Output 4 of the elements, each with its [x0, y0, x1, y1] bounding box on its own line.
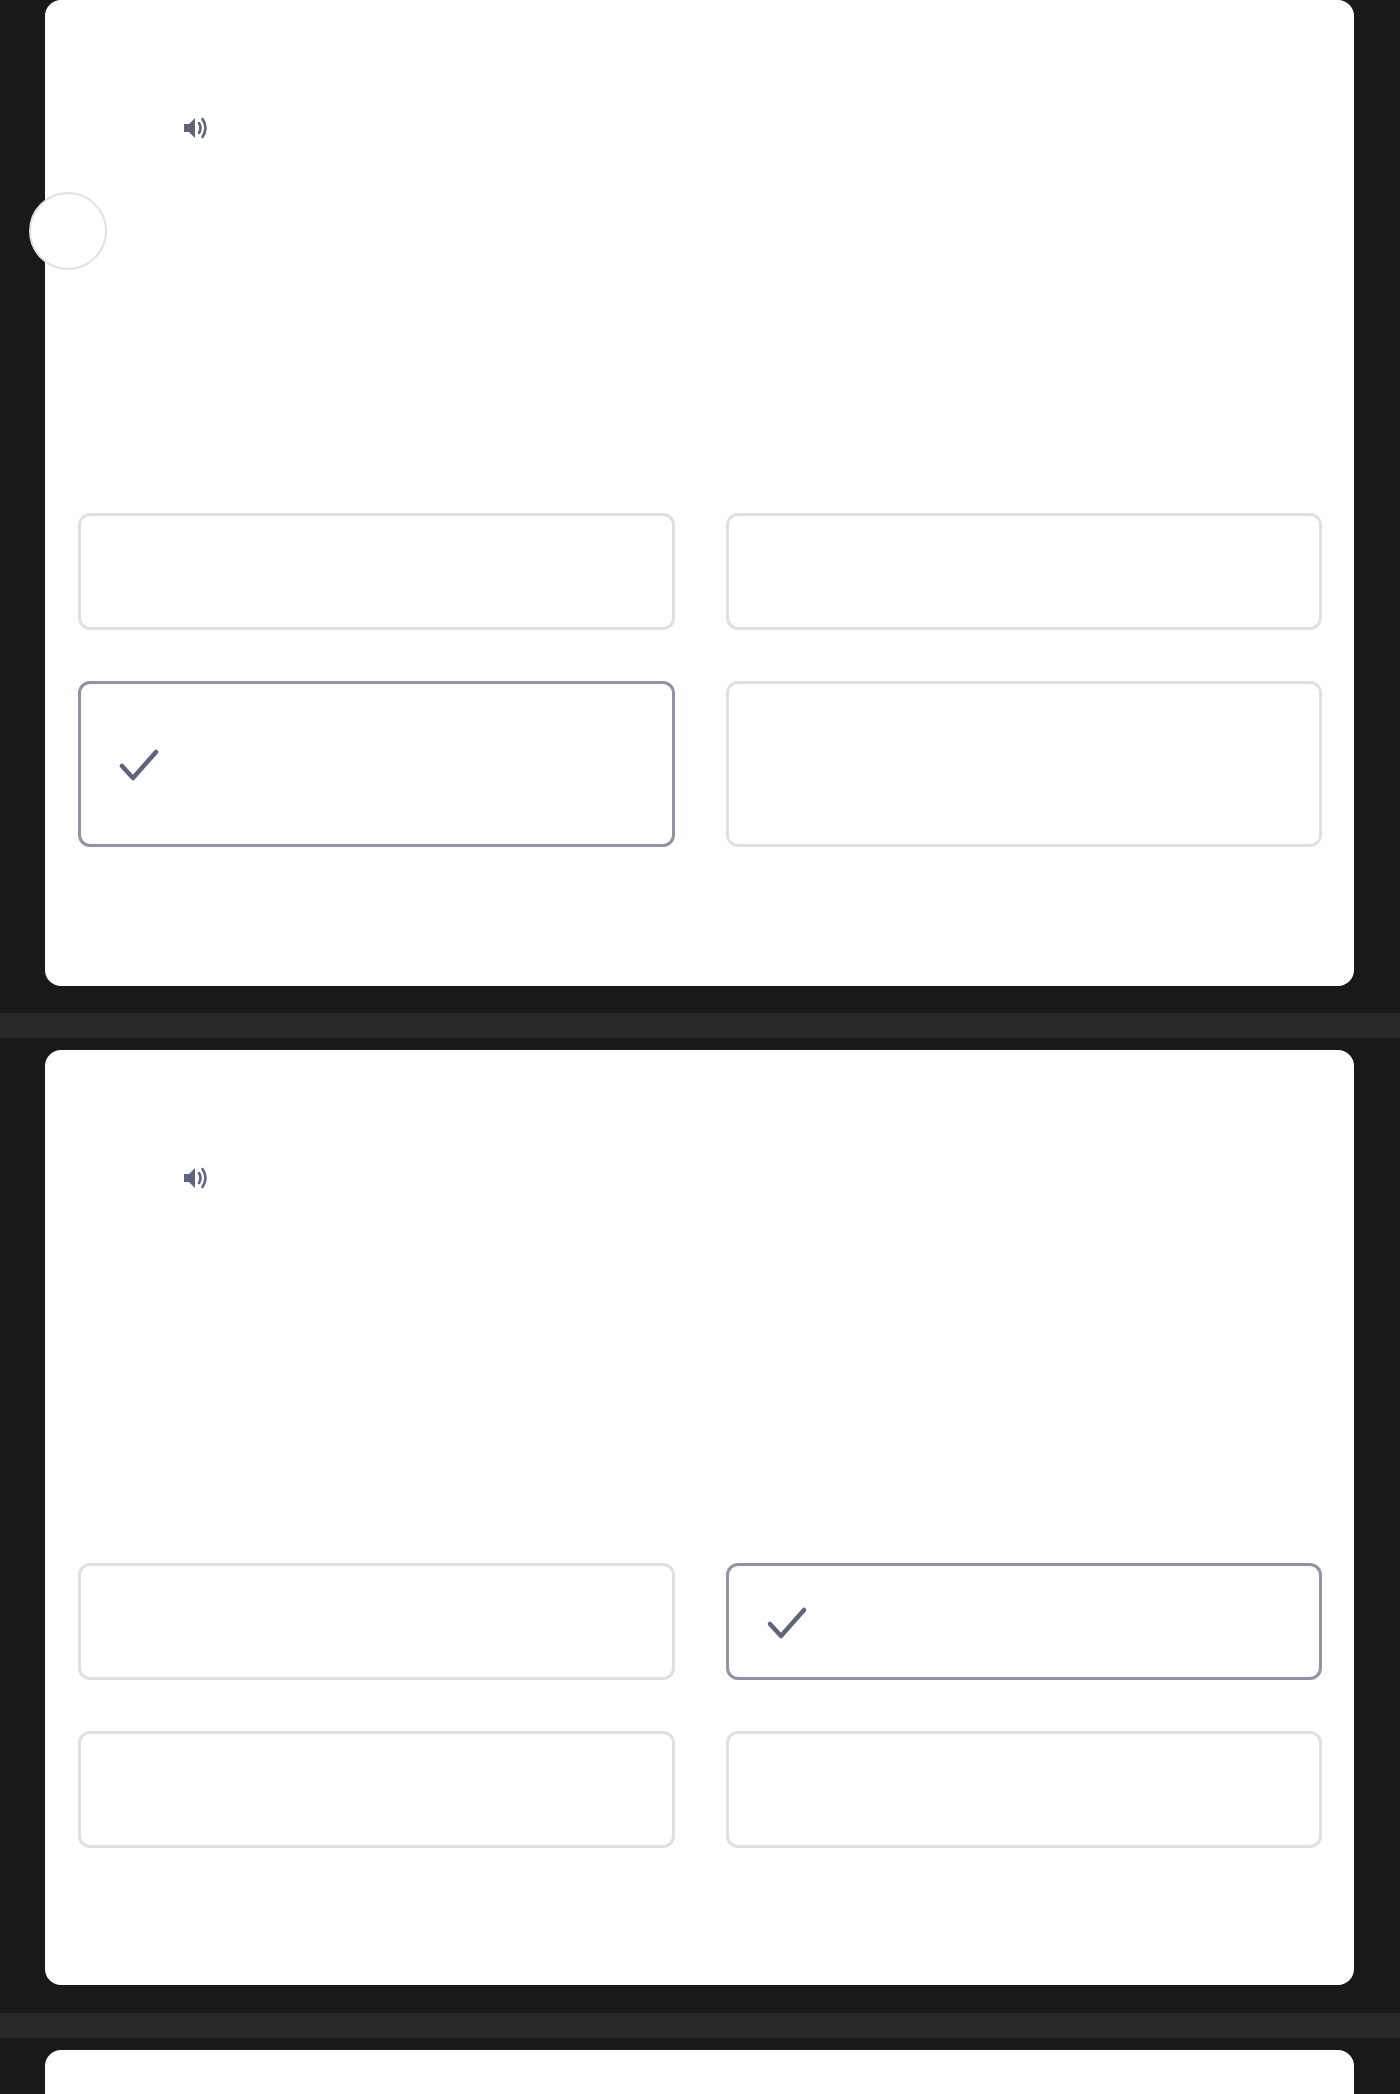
answer-option[interactable] [78, 681, 675, 847]
speaker-icon[interactable] [182, 1165, 210, 1191]
answer-option[interactable] [725, 1563, 1322, 1680]
speaker-icon[interactable] [182, 115, 210, 141]
